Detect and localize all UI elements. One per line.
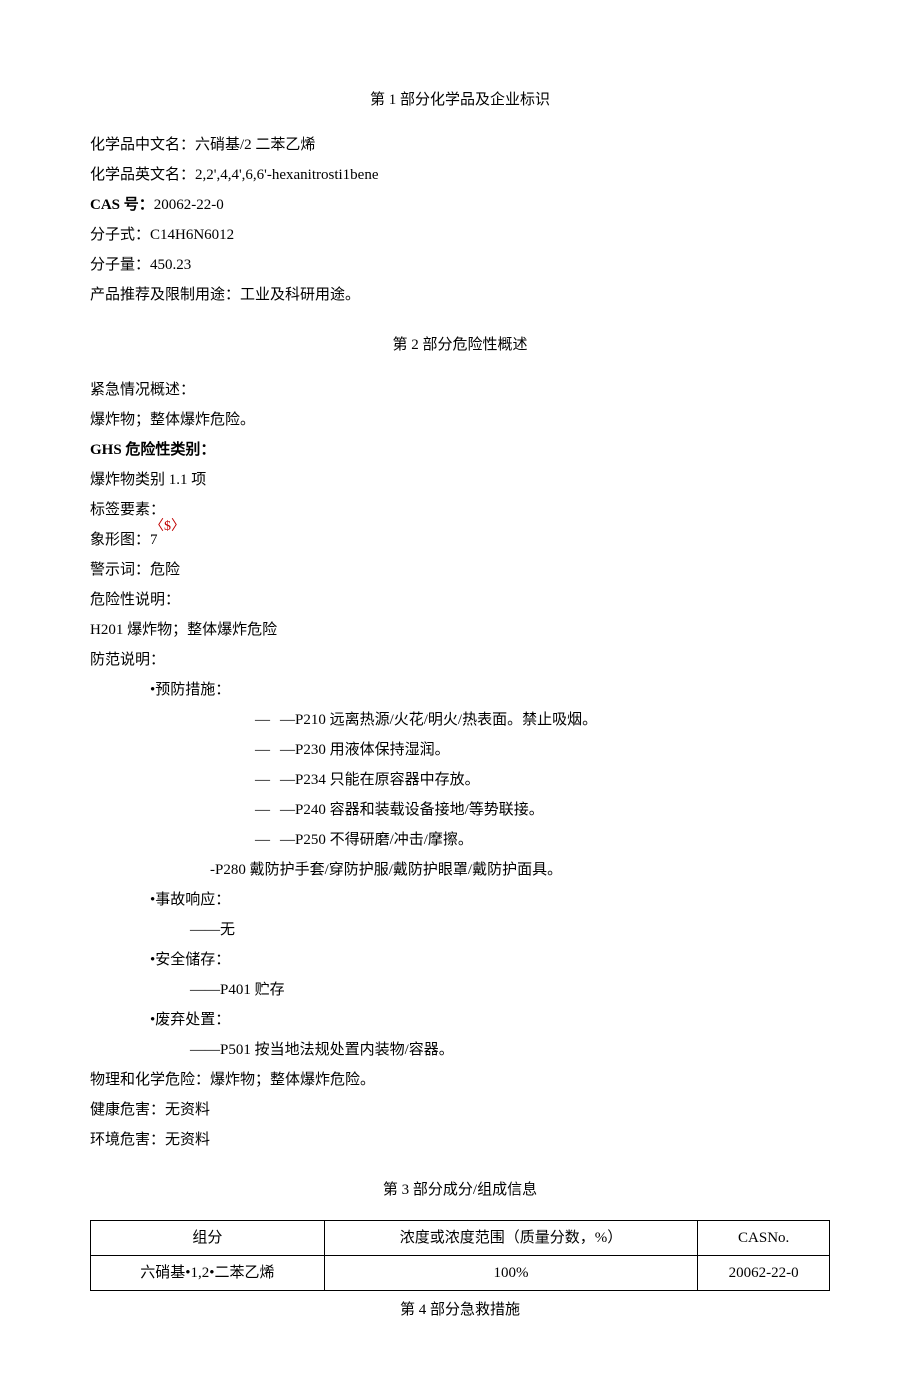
p234-text: —P234 只能在原容器中存放。 <box>280 772 480 788</box>
signal-value: 危险 <box>150 562 180 578</box>
mw-label: 分子量： <box>90 257 150 273</box>
use-row: 产品推荐及限制用途：工业及科研用途。 <box>90 280 830 310</box>
en-name-row: 化学品英文名：2,2',4,4',6,6'-hexanitrosti1bene <box>90 160 830 190</box>
p234-row: ——P234 只能在原容器中存放。 <box>90 765 830 795</box>
storage-p401: ——P401 贮存 <box>90 975 830 1005</box>
mw-value: 450.23 <box>150 257 191 273</box>
emergency-label: 紧急情况概述： <box>90 375 830 405</box>
pictogram-label: 象形图： <box>90 532 150 548</box>
cell-casno: 20062-22-0 <box>698 1256 830 1291</box>
physchem-label: 物理和化学危险： <box>90 1072 210 1088</box>
mw-row: 分子量：450.23 <box>90 250 830 280</box>
response-none: ——无 <box>90 915 830 945</box>
disposal-p501: ——P501 按当地法规处置内装物/容器。 <box>90 1035 830 1065</box>
env-label: 环境危害： <box>90 1132 165 1148</box>
section1-title: 第 1 部分化学品及企业标识 <box>90 85 830 115</box>
hazard-label: 危险性说明： <box>90 585 830 615</box>
env-text: 无资料 <box>165 1132 210 1148</box>
p240-text: —P240 容器和装载设备接地/等势联接。 <box>280 802 544 818</box>
p240-row: ——P240 容器和装载设备接地/等势联接。 <box>90 795 830 825</box>
dash: — <box>190 795 280 825</box>
health-row: 健康危害：无资料 <box>90 1095 830 1125</box>
physchem-row: 物理和化学危险：爆炸物；整体爆炸危险。 <box>90 1065 830 1095</box>
disposal-title: •废弃处置： <box>90 1005 830 1035</box>
ghs-text: 爆炸物类别 1.1 项 <box>90 465 830 495</box>
cas-value: 20062-22-0 <box>154 197 224 213</box>
p250-text: —P250 不得研磨/冲击/摩擦。 <box>280 832 473 848</box>
section4-title: 第 4 部分急救措施 <box>90 1295 830 1325</box>
dash: — <box>190 705 280 735</box>
p250-row: ——P250 不得研磨/冲击/摩擦。 <box>90 825 830 855</box>
cn-name-label: 化学品中文名： <box>90 137 195 153</box>
emergency-text: 爆炸物；整体爆炸危险。 <box>90 405 830 435</box>
hazard-text: H201 爆炸物；整体爆炸危险 <box>90 615 830 645</box>
cell-concentration: 100% <box>324 1256 698 1291</box>
cas-row: CAS 号：20062-22-0 <box>90 190 830 220</box>
en-name-label: 化学品英文名： <box>90 167 195 183</box>
composition-table: 组分 浓度或浓度范围（质量分数，%） CASNo. 六硝基•1,2•二苯乙烯 1… <box>90 1220 830 1291</box>
health-label: 健康危害： <box>90 1102 165 1118</box>
p210-row: ——P210 远离热源/火花/明火/热表面。禁止吸烟。 <box>90 705 830 735</box>
cell-component: 六硝基•1,2•二苯乙烯 <box>91 1256 325 1291</box>
labelelem-label: 标签要素： <box>90 495 830 525</box>
section3-title: 第 3 部分成分/组成信息 <box>90 1175 830 1205</box>
precaution-label: 防范说明： <box>90 645 830 675</box>
p280-row: -P280 戴防护手套/穿防护服/戴防护眼罩/戴防护面具。 <box>90 855 830 885</box>
header-concentration: 浓度或浓度范围（质量分数，%） <box>324 1221 698 1256</box>
cas-label: CAS 号： <box>90 197 154 213</box>
dash: — <box>190 735 280 765</box>
storage-title: •安全储存： <box>90 945 830 975</box>
table-row: 六硝基•1,2•二苯乙烯 100% 20062-22-0 <box>91 1256 830 1291</box>
health-text: 无资料 <box>165 1102 210 1118</box>
dash: — <box>190 765 280 795</box>
use-label: 产品推荐及限制用途： <box>90 287 240 303</box>
section2-body: 紧急情况概述： 爆炸物；整体爆炸危险。 GHS 危险性类别： 爆炸物类别 1.1… <box>90 375 830 1155</box>
p230-row: ——P230 用液体保持湿润。 <box>90 735 830 765</box>
header-casno: CASNo. <box>698 1221 830 1256</box>
physchem-text: 爆炸物；整体爆炸危险。 <box>210 1072 375 1088</box>
p210-text: —P210 远离热源/火花/明火/热表面。禁止吸烟。 <box>280 712 597 728</box>
p230-text: —P230 用液体保持湿润。 <box>280 742 450 758</box>
pictogram-superscript: 〈$〉 <box>150 513 185 541</box>
signal-row: 警示词：危险 <box>90 555 830 585</box>
formula-row: 分子式：C14H6N6012 <box>90 220 830 250</box>
en-name-value: 2,2',4,4',6,6'-hexanitrosti1bene <box>195 167 379 183</box>
ghs-label: GHS 危险性类别： <box>90 435 830 465</box>
section1-body: 化学品中文名：六硝基/2 二苯乙烯 化学品英文名：2,2',4,4',6,6'-… <box>90 130 830 310</box>
cn-name-value: 六硝基/2 二苯乙烯 <box>195 137 315 153</box>
signal-label: 警示词： <box>90 562 150 578</box>
formula-label: 分子式： <box>90 227 150 243</box>
table-header-row: 组分 浓度或浓度范围（质量分数，%） CASNo. <box>91 1221 830 1256</box>
header-component: 组分 <box>91 1221 325 1256</box>
dash: — <box>190 825 280 855</box>
use-value: 工业及科研用途。 <box>240 287 360 303</box>
section2-title: 第 2 部分危险性概述 <box>90 330 830 360</box>
response-title: •事故响应： <box>90 885 830 915</box>
pictogram-row: 〈$〉 象形图：7 <box>90 525 830 555</box>
cn-name-row: 化学品中文名：六硝基/2 二苯乙烯 <box>90 130 830 160</box>
prevention-title: •预防措施： <box>90 675 830 705</box>
env-row: 环境危害：无资料 <box>90 1125 830 1155</box>
formula-value: C14H6N6012 <box>150 227 234 243</box>
